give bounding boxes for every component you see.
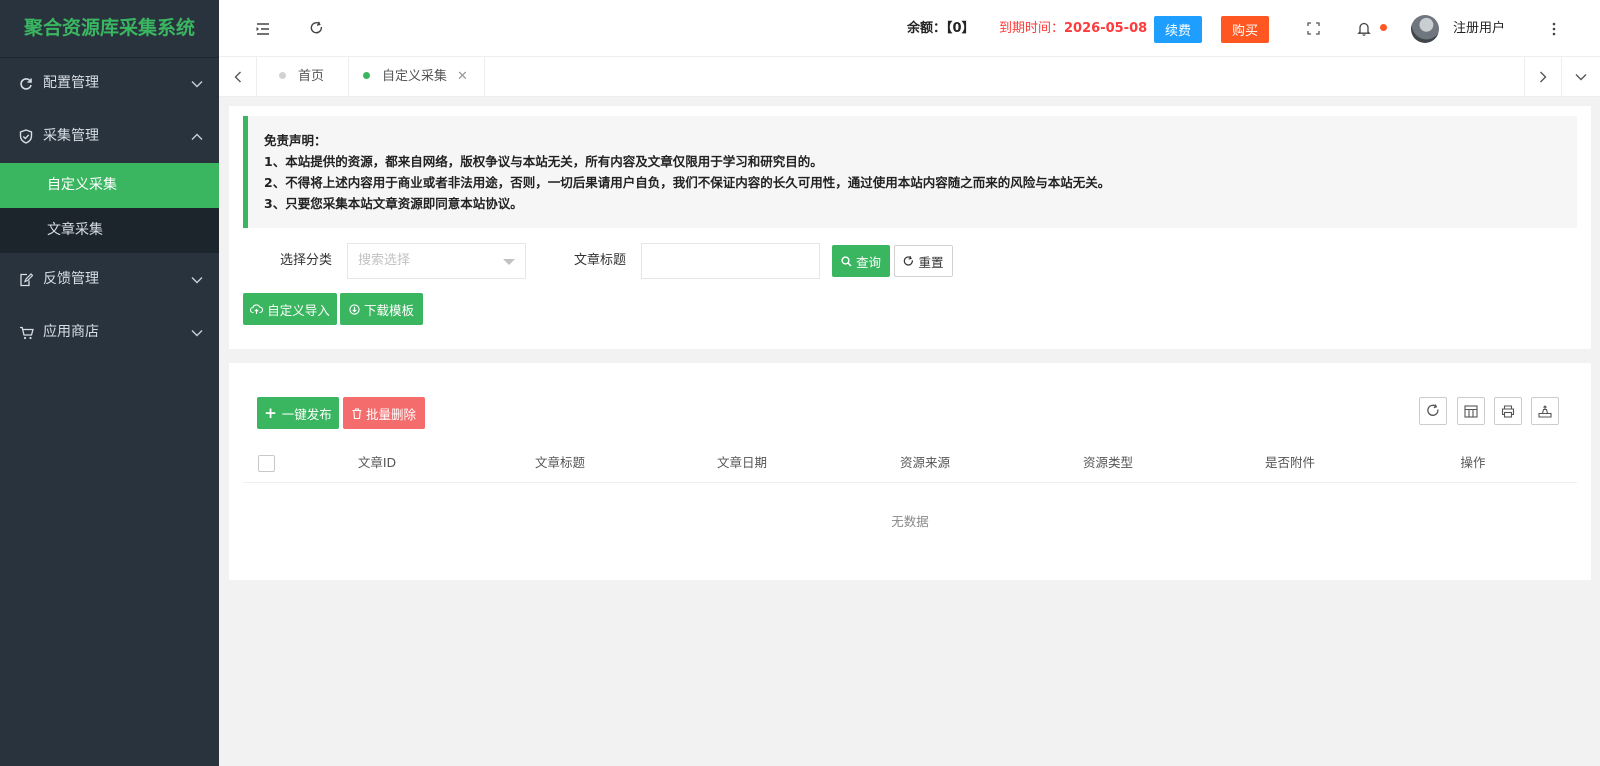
column-header[interactable]: 资源类型 <box>1054 443 1162 483</box>
column-header[interactable]: 文章标题 <box>506 443 614 483</box>
category-placeholder: 搜索选择 <box>358 253 411 268</box>
menu-item-label: 配置管理 <box>43 75 99 91</box>
notice-title: 免责声明： <box>264 133 327 148</box>
app-logo[interactable]: 聚合资源库采集系统 <box>0 0 219 57</box>
renew-button[interactable]: 续费 <box>1154 16 1202 43</box>
column-header: 操作 <box>1460 455 1486 470</box>
tab-bar: 首页 自定义采集 ✕ <box>219 57 1600 97</box>
tab-custom-collect[interactable]: 自定义采集 ✕ <box>349 57 485 97</box>
batch-delete-button[interactable]: 批量删除 <box>343 397 425 429</box>
column-header[interactable]: 是否附件 <box>1236 443 1344 483</box>
menu-item-collect[interactable]: 采集管理 <box>0 110 219 163</box>
download-circle-icon <box>349 303 360 315</box>
cloud-upload-icon <box>250 303 264 315</box>
chevron-down-icon <box>191 57 203 110</box>
disclaimer-notice: 免责声明： 1、本站提供的资源，都来自网络，版权争议与本站无关，所有内容及文章仅… <box>243 116 1577 228</box>
edit-doc-icon <box>18 253 34 306</box>
expire-value: 2026-05-08 <box>1064 21 1148 36</box>
column-header[interactable]: 文章ID <box>323 443 431 483</box>
tab-label: 首页 <box>298 69 325 84</box>
title-input[interactable] <box>641 243 820 279</box>
table-refresh-icon[interactable] <box>1419 397 1447 425</box>
top-header: 余额：【0】 到期时间：2026-05-08 续费 购买 注册用户 <box>219 0 1600 57</box>
tab-scroll-left-icon[interactable] <box>219 57 257 97</box>
category-label: 选择分类 <box>280 253 333 268</box>
trash-icon <box>352 407 362 419</box>
more-vertical-icon[interactable] <box>1539 0 1569 57</box>
chevron-up-icon <box>191 110 203 163</box>
plus-icon: + <box>264 404 277 422</box>
filter-panel: 免责声明： 1、本站提供的资源，都来自网络，版权争议与本站无关，所有内容及文章仅… <box>229 106 1591 349</box>
reset-label: 重置 <box>918 254 944 270</box>
publish-all-button[interactable]: + 一键发布 <box>257 397 339 429</box>
print-icon[interactable] <box>1494 397 1522 425</box>
tab-menu-chevron-down-icon[interactable] <box>1562 57 1600 97</box>
tab-status-dot <box>363 72 370 79</box>
table-panel: + 一键发布 批量删除 文章ID 文章标题 文章日期 资源来源 资源类型 是否附… <box>229 363 1591 580</box>
submenu-item-custom-collect[interactable]: 自定义采集 <box>0 163 219 208</box>
empty-state-text: 无数据 <box>891 514 929 529</box>
avatar[interactable] <box>1411 15 1439 43</box>
template-label: 下载模板 <box>363 302 414 318</box>
query-button[interactable]: 查询 <box>832 245 890 277</box>
refresh-icon <box>903 255 914 267</box>
menu-item-label: 应用商店 <box>43 324 99 340</box>
caret-down-icon <box>503 259 515 265</box>
menu-item-label: 采集管理 <box>43 128 99 144</box>
submenu-item-article-collect[interactable]: 文章采集 <box>0 208 219 253</box>
select-all-checkbox[interactable] <box>258 455 275 472</box>
query-label: 查询 <box>855 254 881 270</box>
chevron-down-icon <box>191 306 203 359</box>
refresh-icon[interactable] <box>301 0 331 57</box>
expire-date: 到期时间：2026-05-08 <box>999 0 1147 57</box>
column-header[interactable]: 资源来源 <box>871 443 979 483</box>
search-icon <box>841 255 852 267</box>
refresh-icon <box>18 57 34 110</box>
expire-label: 到期时间： <box>999 21 1065 36</box>
import-label: 自定义导入 <box>267 302 330 318</box>
notice-line: 3、只要您采集本站文章资源即同意本站协议。 <box>264 196 523 211</box>
shield-check-icon <box>18 110 34 163</box>
notice-line: 1、本站提供的资源，都来自网络，版权争议与本站无关，所有内容及文章仅限用于学习和… <box>264 154 823 169</box>
tab-status-dot <box>279 72 286 79</box>
custom-import-button[interactable]: 自定义导入 <box>243 293 337 325</box>
menu-toggle-icon[interactable] <box>248 0 278 57</box>
chevron-down-icon <box>191 253 203 306</box>
bell-icon[interactable] <box>1349 0 1379 57</box>
menu-item-label: 反馈管理 <box>43 271 99 287</box>
cart-icon <box>18 306 34 359</box>
reset-button[interactable]: 重置 <box>894 245 953 277</box>
close-icon[interactable]: ✕ <box>457 57 468 97</box>
username[interactable]: 注册用户 <box>1453 0 1505 57</box>
publish-label: 一键发布 <box>281 406 332 422</box>
menu-item-app-store[interactable]: 应用商店 <box>0 306 219 359</box>
table-header: 文章ID 文章标题 文章日期 资源来源 资源类型 是否附件 操作 <box>243 443 1577 483</box>
title-label: 文章标题 <box>574 253 627 268</box>
tab-label: 自定义采集 <box>382 69 448 84</box>
collect-submenu: 自定义采集 文章采集 <box>0 163 219 253</box>
buy-button[interactable]: 购买 <box>1221 16 1269 43</box>
export-icon[interactable] <box>1531 397 1559 425</box>
batch-delete-label: 批量删除 <box>365 406 416 422</box>
category-select[interactable]: 搜索选择 <box>347 243 526 279</box>
balance-text: 余额：【0】 <box>907 21 975 36</box>
notice-line: 2、不得将上述内容用于商业或者非法用途，否则，一切后果请用户自负，我们不保证内容… <box>264 175 1111 190</box>
fullscreen-icon[interactable] <box>1298 0 1328 57</box>
menu-item-feedback[interactable]: 反馈管理 <box>0 253 219 306</box>
tab-home[interactable]: 首页 <box>257 57 349 97</box>
columns-icon[interactable] <box>1457 397 1485 425</box>
menu-item-config[interactable]: 配置管理 <box>0 57 219 110</box>
download-template-button[interactable]: 下载模板 <box>340 293 423 325</box>
notification-badge <box>1380 24 1387 31</box>
sidebar: 聚合资源库采集系统 配置管理 采集管理 自定义采集 文章采集 反馈管理 应用商店 <box>0 0 219 766</box>
tab-scroll-right-icon[interactable] <box>1524 57 1562 97</box>
column-header[interactable]: 文章日期 <box>688 443 796 483</box>
